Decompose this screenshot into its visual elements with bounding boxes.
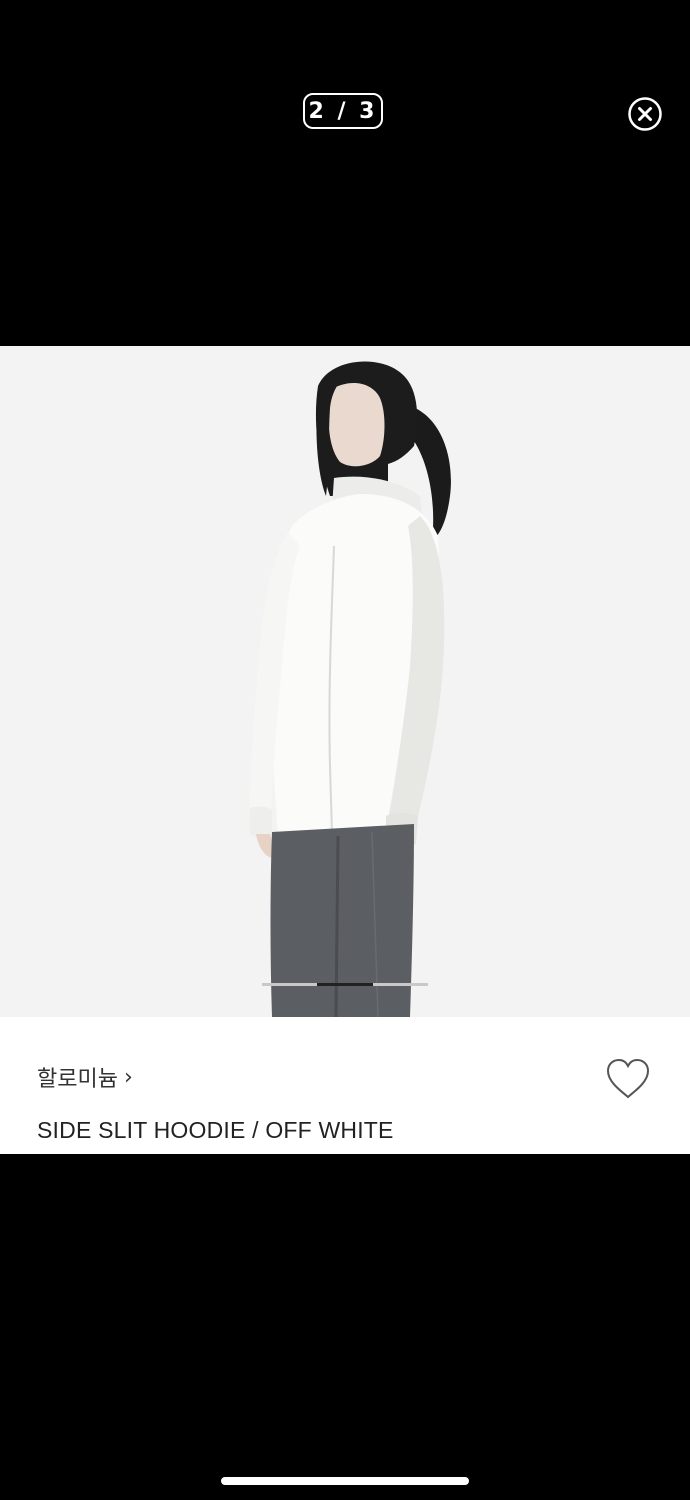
image-viewer-screen: 2 / 3 할로미늄 › SIDE SLIT HOODIE / OFF WHIT… [0,0,690,1500]
product-title: SIDE SLIT HOODIE / OFF WHITE [37,1117,394,1143]
home-indicator[interactable] [221,1477,469,1485]
brand-name: 할로미늄 [37,1067,118,1092]
heart-outline-icon [606,1058,650,1099]
model-illustration [0,346,690,1017]
carousel-indicator-segment-2 [317,983,373,986]
product-photo[interactable] [0,346,690,1017]
carousel-indicator [262,983,428,987]
product-info-panel: 할로미늄 › SIDE SLIT HOODIE / OFF WHITE [0,1017,690,1154]
close-circle-icon [628,97,662,131]
image-counter: 2 / 3 [303,93,383,129]
close-button[interactable] [627,96,663,132]
favorite-button[interactable] [604,1057,652,1101]
carousel-indicator-segment-1 [262,983,318,986]
chevron-right-icon: › [123,1064,133,1090]
brand-link[interactable]: 할로미늄 › [37,1061,133,1093]
carousel-indicator-segment-3 [372,983,428,986]
